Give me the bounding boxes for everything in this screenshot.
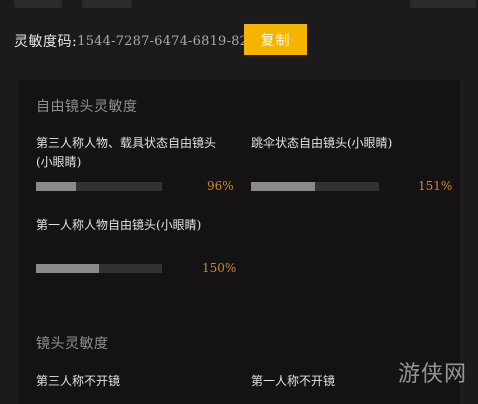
sensitivity-code-row: 灵敏度码: 1544-7287-6474-6819-82 bbox=[14, 26, 248, 56]
slider-fpp-freelook[interactable] bbox=[36, 264, 162, 273]
setting-label-tpp-no-scope: 第三人称不开镜 bbox=[36, 374, 121, 388]
free-camera-section-title: 自由镜头灵敏度 bbox=[36, 99, 138, 115]
settings-panel bbox=[18, 80, 460, 404]
value-fpp-freelook: 150% bbox=[202, 261, 237, 275]
camera-section-title: 镜头灵敏度 bbox=[36, 336, 109, 352]
setting-label-line2: (小眼睛) bbox=[36, 155, 82, 169]
slider-tpp-vehicle-freelook[interactable] bbox=[36, 182, 162, 191]
setting-label-fpp-freelook: 第一人称人物自由镜头(小眼睛) bbox=[36, 216, 201, 235]
value-tpp-vehicle-freelook: 96% bbox=[207, 179, 234, 193]
top-tab-1[interactable] bbox=[14, 0, 62, 8]
value-parachute-freelook: 151% bbox=[418, 179, 453, 193]
slider-fill bbox=[36, 182, 77, 191]
sensitivity-code-label: 灵敏度码: bbox=[14, 34, 78, 50]
setting-label-line1: 跳伞状态自由镜头(小眼睛) bbox=[251, 136, 393, 150]
slider-fill bbox=[251, 182, 315, 191]
copy-button[interactable]: 复制 bbox=[244, 24, 307, 55]
setting-label-line1: 第一人称人物自由镜头(小眼睛) bbox=[36, 218, 202, 232]
setting-label-parachute-freelook: 跳伞状态自由镜头(小眼睛) bbox=[251, 134, 392, 153]
top-tab-3[interactable] bbox=[410, 0, 476, 8]
setting-label-tpp-vehicle-freelook: 第三人称人物、载具状态自由镜头 (小眼睛) bbox=[36, 134, 216, 172]
slider-fill bbox=[36, 264, 99, 273]
sensitivity-code-value: 1544-7287-6474-6819-82 bbox=[77, 33, 249, 49]
setting-label-line1: 第三人称人物、载具状态自由镜头 bbox=[36, 136, 217, 150]
top-tab-2[interactable] bbox=[82, 0, 132, 8]
site-watermark-logo: 游侠网 bbox=[398, 362, 468, 387]
slider-parachute-freelook[interactable] bbox=[251, 182, 379, 191]
setting-label-fpp-no-scope: 第一人称不开镜 bbox=[251, 374, 336, 388]
